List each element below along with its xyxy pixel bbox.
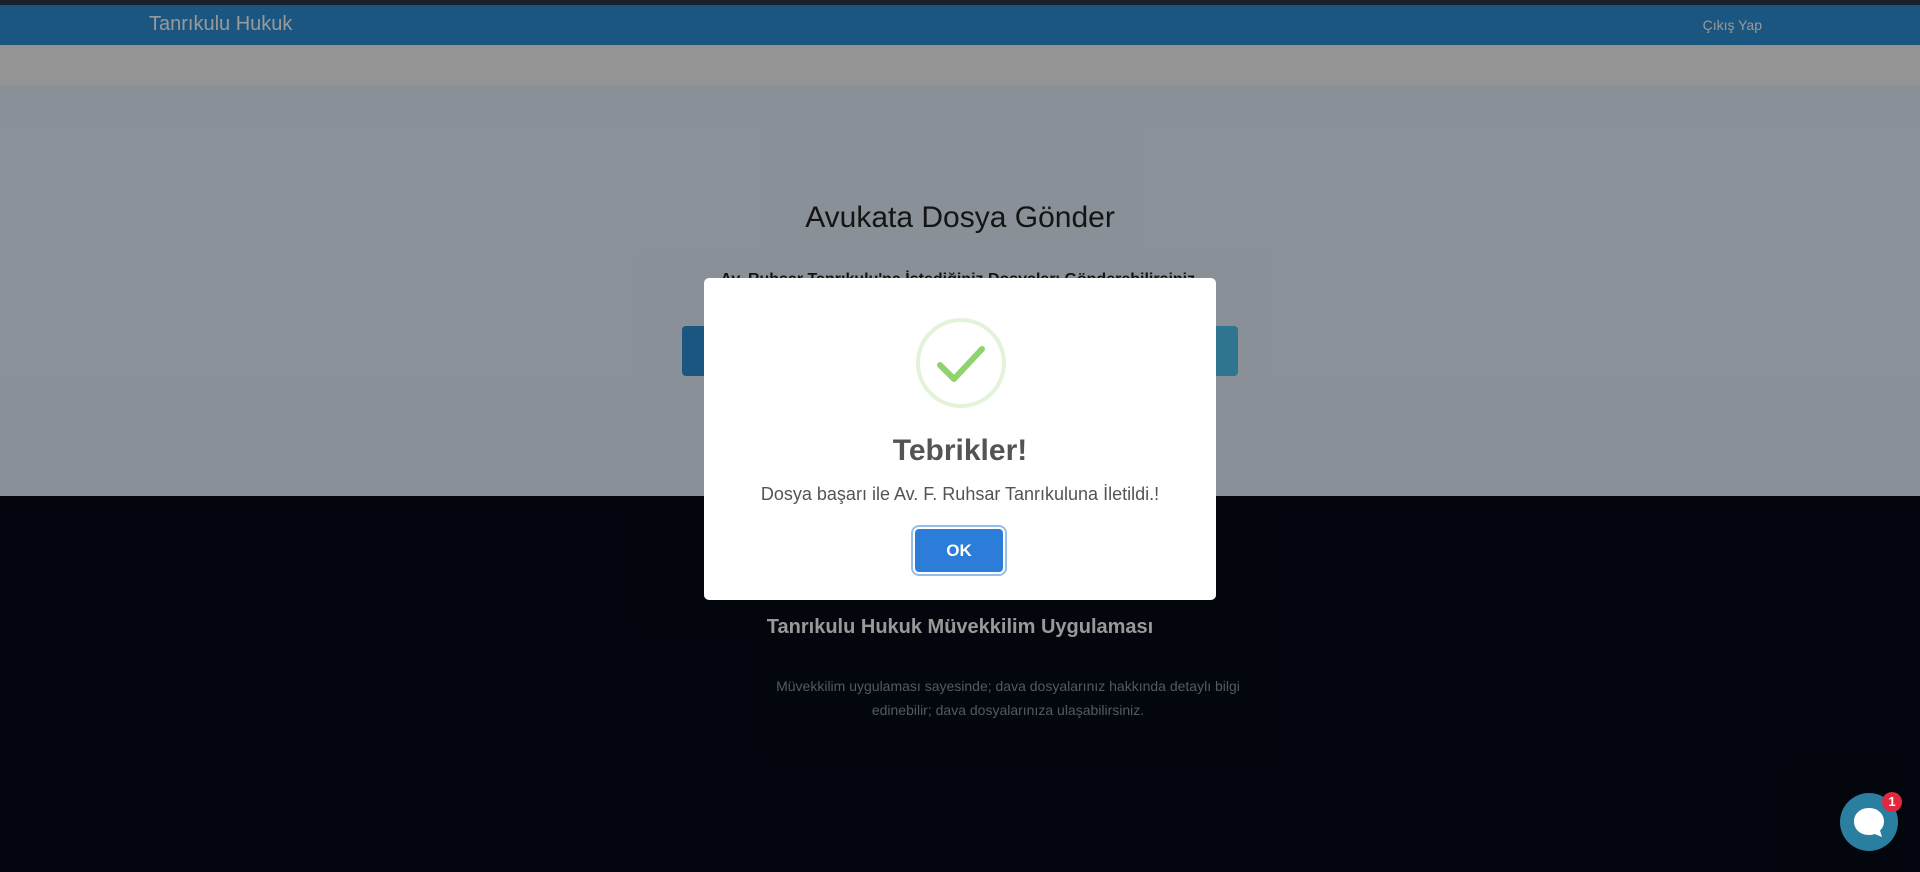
dialog-title: Tebrikler! bbox=[892, 434, 1028, 467]
chat-notification-badge: 1 bbox=[1882, 792, 1902, 812]
success-check-icon bbox=[916, 318, 1006, 408]
success-dialog: Tebrikler! Dosya başarı ile Av. F. Ruhsa… bbox=[704, 278, 1216, 600]
modal-overlay[interactable]: Tebrikler! Dosya başarı ile Av. F. Ruhsa… bbox=[0, 0, 1920, 872]
ok-button[interactable]: OK bbox=[915, 529, 1003, 572]
dialog-message: Dosya başarı ile Av. F. Ruhsar Tanrıkulu… bbox=[760, 484, 1160, 504]
